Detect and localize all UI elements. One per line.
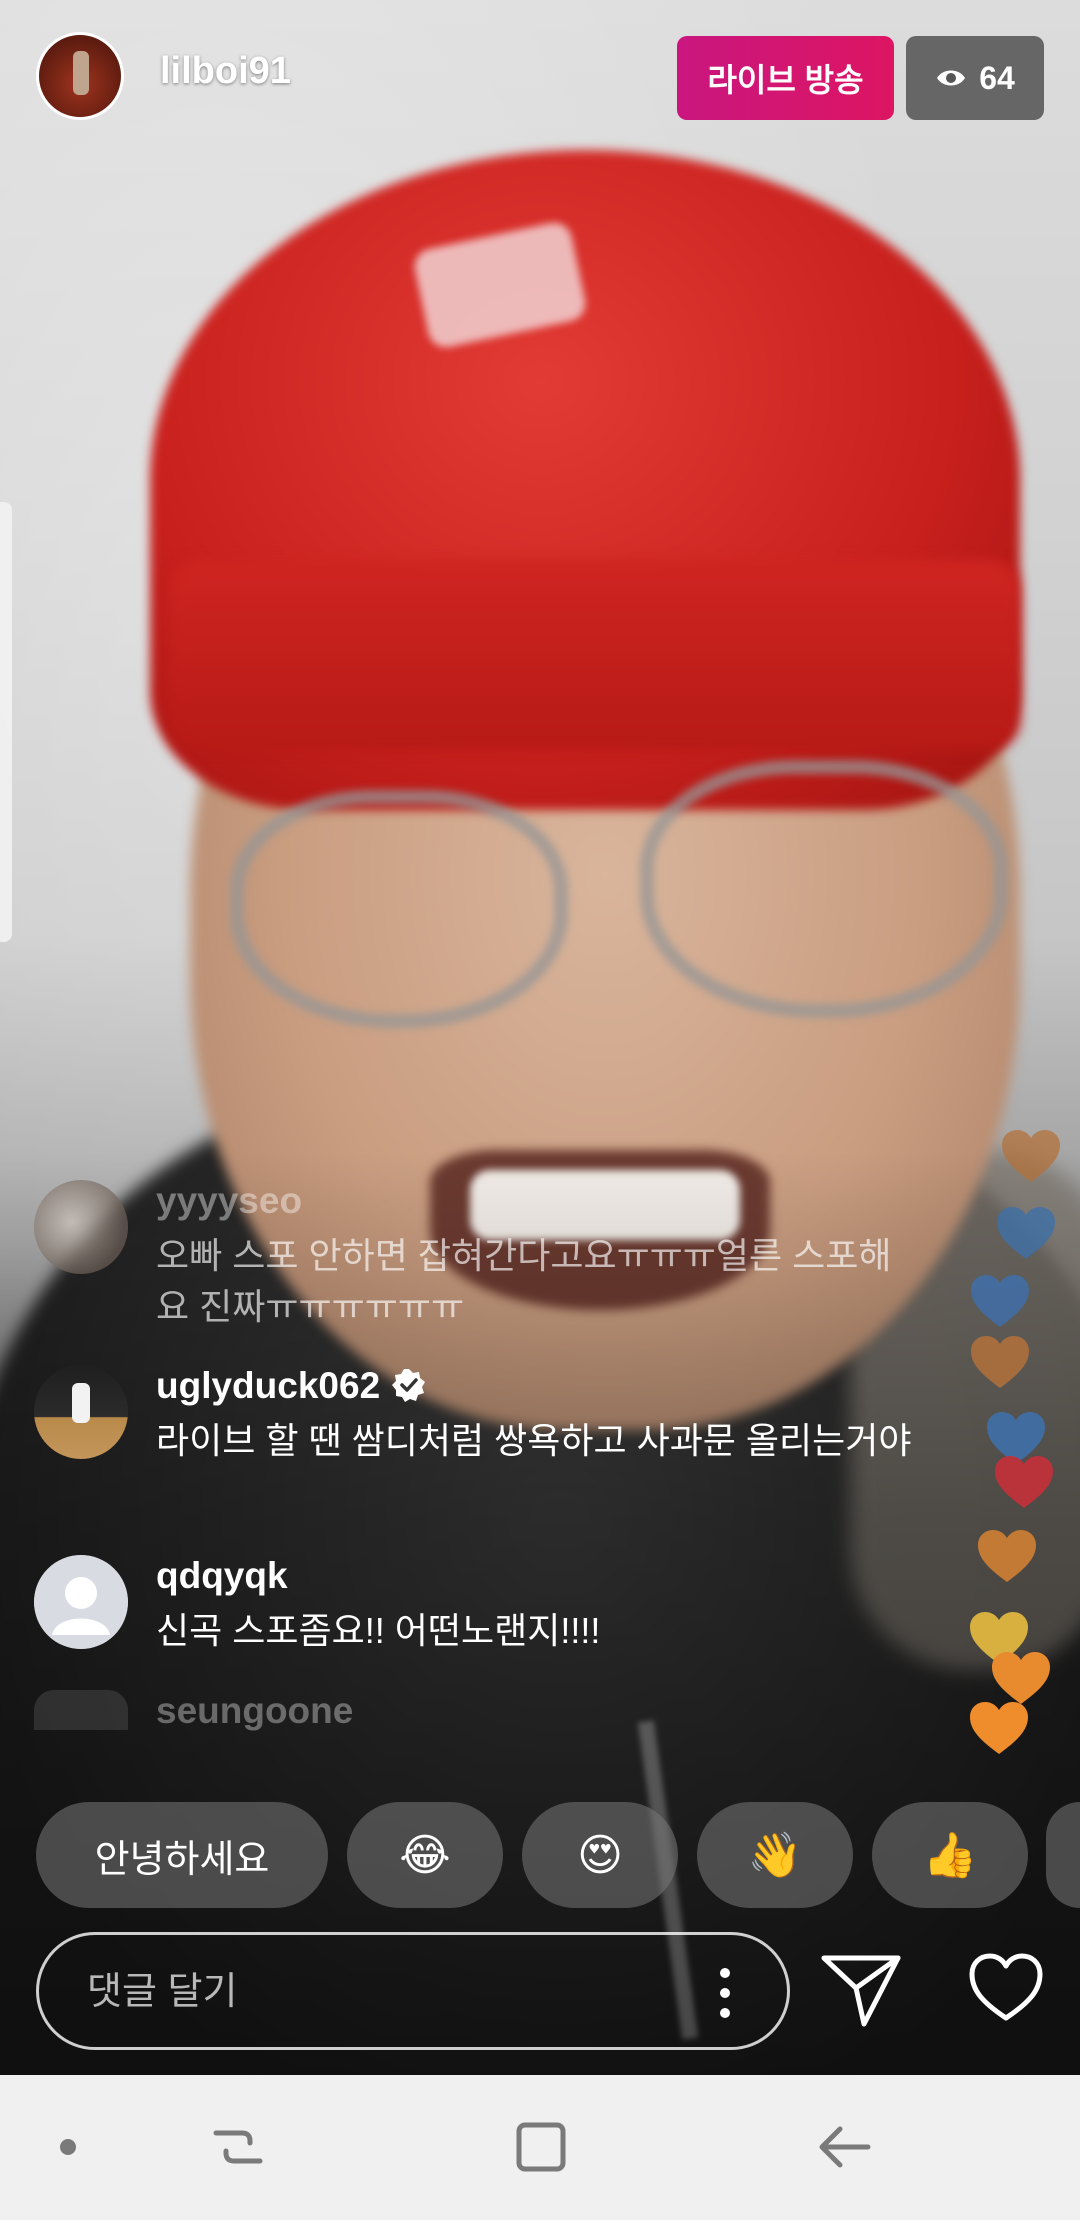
nav-dot-icon[interactable] [32, 2111, 104, 2183]
commenter-avatar[interactable] [34, 1690, 128, 1730]
host-avatar[interactable] [36, 32, 124, 120]
commenter-username[interactable]: yyyyseo [156, 1180, 302, 1222]
eye-icon [937, 70, 966, 86]
comment-text: 오빠 스포 안하면 잡혀간다고요ㅠㅠㅠ얼른 스포해요 진짜ㅠㅠㅠㅠㅠㅠ [156, 1235, 892, 1327]
floating-heart-icon [997, 1207, 1055, 1259]
comment-field[interactable] [36, 1932, 790, 2050]
verified-badge-icon [392, 1369, 426, 1402]
side-panel-handle[interactable] [0, 502, 12, 942]
floating-heart-icon [970, 1702, 1028, 1754]
video-beanie-band [170, 560, 1020, 750]
back-icon[interactable] [808, 2111, 880, 2183]
commenter-avatar[interactable] [34, 1180, 128, 1274]
quick-reply-wave-emoji[interactable]: 👋 [697, 1802, 853, 1908]
comment-item: yyyyseo 오빠 스포 안하면 잡혀간다고요ㅠㅠㅠ얼른 스포해요 진짜ㅠㅠㅠ… [34, 1180, 894, 1330]
system-navigation-bar [0, 2075, 1080, 2220]
live-video[interactable] [0, 0, 1080, 2075]
host-username[interactable]: lilboi91 [160, 50, 291, 93]
comment-item: uglyduck062 라이브 할 땐 쌈디처럼 쌍욕하고 사과문 올리는거야 [34, 1365, 912, 1515]
comment-input[interactable] [85, 1953, 689, 2031]
video-glasses-right [640, 760, 1008, 1018]
video-glasses-left [230, 790, 568, 1028]
floating-heart-icon [1002, 1130, 1060, 1182]
viewer-count-badge[interactable]: 64 [906, 36, 1044, 120]
comment-item: seungoone [34, 1690, 894, 1732]
recent-apps-icon[interactable] [202, 2111, 274, 2183]
like-heart-icon[interactable] [968, 1952, 1044, 2024]
comment-text: 라이브 할 땐 쌈디처럼 쌍욕하고 사과문 올리는거야 [156, 1420, 912, 1461]
floating-heart-icon [992, 1652, 1050, 1704]
send-direct-icon[interactable] [820, 1952, 902, 2028]
floating-heart-icon [971, 1275, 1029, 1327]
live-badge: 라이브 방송 [677, 36, 894, 120]
default-avatar-icon [34, 1555, 128, 1649]
commenter-avatar[interactable] [34, 1365, 128, 1459]
quick-reply-more-clipped[interactable] [1046, 1802, 1080, 1908]
commenter-username[interactable]: seungoone [156, 1690, 353, 1732]
floating-heart-icon [995, 1456, 1053, 1508]
floating-heart-icon [978, 1530, 1036, 1582]
floating-heart-icon [971, 1336, 1029, 1388]
comment-text: 신곡 스포좀요!! 어떤노랜지!!!! [156, 1610, 601, 1651]
more-options-icon[interactable] [715, 1965, 735, 2021]
comment-item: qdqyqk 신곡 스포좀요!! 어떤노랜지!!!! [34, 1555, 894, 1665]
quick-reply-heart-eyes-emoji[interactable]: 😍 [522, 1802, 678, 1908]
commenter-avatar[interactable] [34, 1555, 128, 1649]
commenter-username[interactable]: uglyduck062 [156, 1365, 426, 1407]
commenter-username-text[interactable]: uglyduck062 [156, 1365, 380, 1406]
home-icon[interactable] [505, 2111, 577, 2183]
commenter-username[interactable]: qdqyqk [156, 1555, 288, 1597]
quick-reply-hello[interactable]: 안녕하세요 [36, 1802, 328, 1908]
quick-reply-laugh-emoji[interactable]: 😂 [347, 1802, 503, 1908]
quick-reply-thumbs-up-emoji[interactable]: 👍 [872, 1802, 1028, 1908]
viewer-count: 64 [979, 59, 1015, 96]
